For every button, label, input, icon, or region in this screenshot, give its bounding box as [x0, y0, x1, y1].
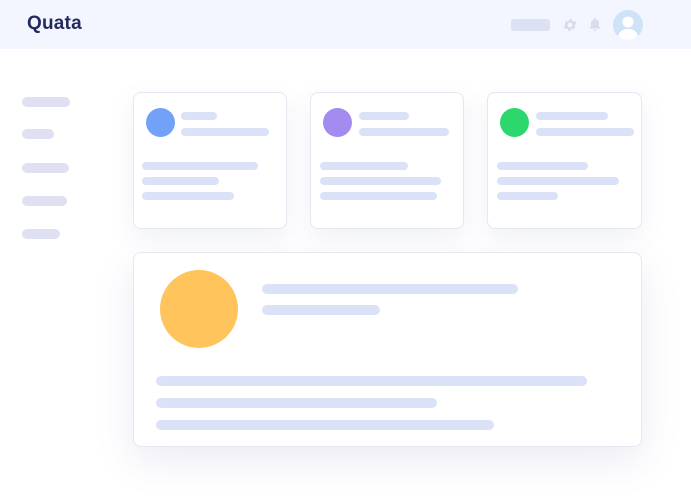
summary-card[interactable] — [487, 92, 642, 229]
top-header: Quata — [0, 0, 691, 49]
brand-logo[interactable]: Quata — [27, 13, 82, 35]
card-title-placeholder — [181, 112, 217, 120]
app-frame: Quata — [0, 0, 691, 499]
card-subtitle-placeholder — [181, 128, 269, 136]
card-line-placeholder — [497, 192, 558, 200]
card-avatar — [146, 108, 175, 137]
main-subtitle-placeholder — [262, 305, 380, 315]
sidebar-item[interactable] — [22, 163, 69, 173]
card-avatar — [323, 108, 352, 137]
user-icon — [617, 16, 639, 40]
card-line-placeholder — [320, 162, 408, 170]
gear-icon[interactable] — [562, 17, 578, 33]
bell-icon[interactable] — [587, 16, 603, 33]
sidebar-item[interactable] — [22, 196, 67, 206]
summary-card[interactable] — [133, 92, 287, 229]
main-line-placeholder — [156, 420, 494, 430]
card-title-placeholder — [359, 112, 409, 120]
card-line-placeholder — [320, 192, 437, 200]
sidebar-item[interactable] — [22, 229, 60, 239]
main-card-avatar — [160, 270, 238, 348]
avatar[interactable] — [613, 10, 643, 40]
card-line-placeholder — [142, 177, 219, 185]
sidebar-item[interactable] — [22, 97, 70, 107]
main-line-placeholder — [156, 398, 437, 408]
header-placeholder — [511, 19, 550, 31]
card-subtitle-placeholder — [536, 128, 634, 136]
card-line-placeholder — [142, 162, 258, 170]
card-line-placeholder — [497, 162, 588, 170]
main-title-placeholder — [262, 284, 518, 294]
main-content-card[interactable] — [133, 252, 642, 447]
sidebar-item[interactable] — [22, 129, 54, 139]
card-avatar — [500, 108, 529, 137]
main-line-placeholder — [156, 376, 587, 386]
card-line-placeholder — [497, 177, 619, 185]
card-subtitle-placeholder — [359, 128, 449, 136]
summary-card[interactable] — [310, 92, 464, 229]
card-line-placeholder — [320, 177, 441, 185]
card-title-placeholder — [536, 112, 608, 120]
card-line-placeholder — [142, 192, 234, 200]
